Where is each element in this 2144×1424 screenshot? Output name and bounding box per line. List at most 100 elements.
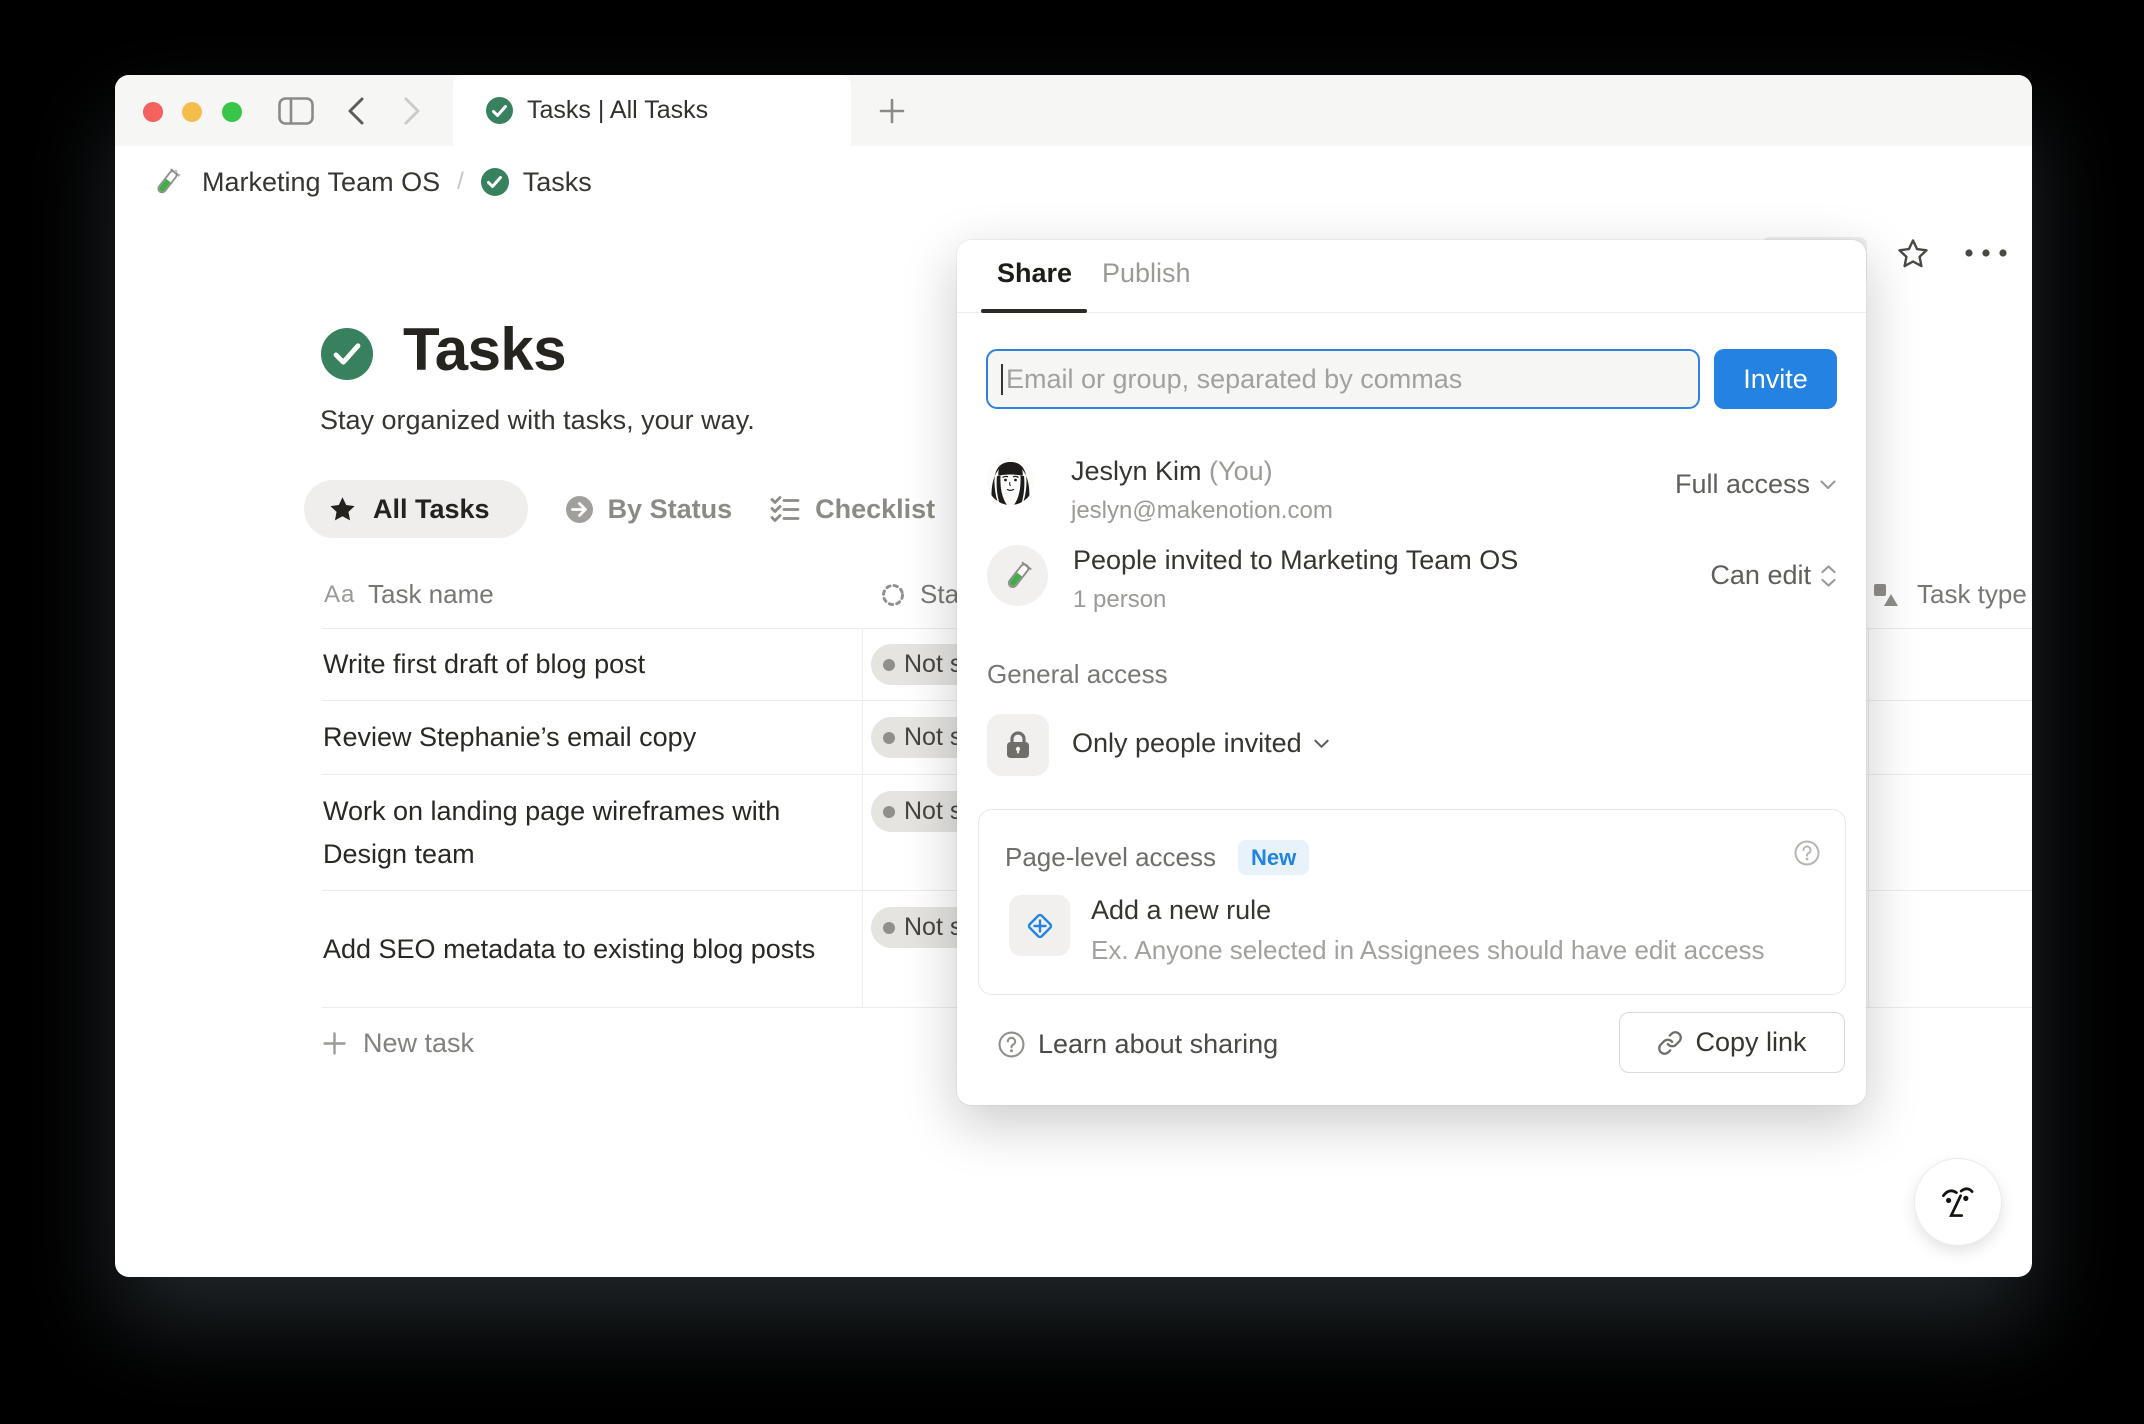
status-dot-icon xyxy=(883,658,895,671)
learn-label: Learn about sharing xyxy=(1038,1029,1279,1059)
checklist-icon xyxy=(770,495,800,522)
more-options-icon[interactable] xyxy=(1960,217,2012,289)
test-tube-icon xyxy=(1007,561,1032,588)
group-meta: 1 person xyxy=(1073,586,1167,613)
add-rule-tile xyxy=(1009,895,1070,956)
view-tabs: All Tasks By Status Checklist xyxy=(304,480,935,538)
general-access-row[interactable]: Only people invited xyxy=(987,714,1836,776)
status-dot-icon xyxy=(883,921,895,934)
page-level-access-title: Page-level access xyxy=(1005,842,1216,872)
general-access-value: Only people invited xyxy=(1072,728,1302,758)
lock-tile xyxy=(987,714,1049,776)
close-window-button[interactable] xyxy=(143,102,163,122)
task-name-cell[interactable]: Write first draft of blog post xyxy=(323,628,845,700)
access-dropdown-full-access[interactable]: Full access xyxy=(1675,469,1836,500)
status-dot-icon xyxy=(883,805,895,818)
general-access-label: General access xyxy=(987,659,1168,689)
chevron-down-icon xyxy=(1314,739,1329,748)
invite-button[interactable]: Invite xyxy=(1714,349,1837,409)
desktop-background: Tasks | All Tasks Marketing Team OS / Ta… xyxy=(0,0,2144,1424)
diamond-plus-icon xyxy=(1027,913,1052,938)
member-you-suffix: (You) xyxy=(1209,456,1273,486)
page-icon-check[interactable] xyxy=(321,328,373,380)
tab-share[interactable]: Share xyxy=(997,258,1072,289)
title-property-icon: Aa xyxy=(324,581,356,608)
new-task-label: New task xyxy=(363,1027,475,1058)
add-rule-title: Add a new rule xyxy=(1091,895,1272,925)
status-dot-icon xyxy=(883,731,895,744)
view-tab-all-tasks[interactable]: All Tasks xyxy=(304,480,528,538)
breadcrumb: Marketing Team OS / Tasks xyxy=(151,146,592,218)
chevron-down-icon xyxy=(1820,479,1836,489)
lock-icon xyxy=(1007,731,1029,758)
task-type-property-icon xyxy=(1874,584,1898,606)
access-level-label: Can edit xyxy=(1710,560,1811,590)
zoom-window-button[interactable] xyxy=(222,102,242,122)
view-tab-label: All Tasks xyxy=(373,493,490,524)
breadcrumb-separator: / xyxy=(457,168,464,195)
tasks-check-icon xyxy=(486,97,513,124)
view-tab-by-status[interactable]: By Status xyxy=(565,493,733,525)
avatar xyxy=(987,458,1034,505)
view-tab-label: Checklist xyxy=(815,493,936,524)
column-header-task-type[interactable]: Task type xyxy=(1917,579,2027,610)
task-name-cell[interactable]: Add SEO metadata to existing blog posts xyxy=(323,891,845,1007)
share-dialog-footer: Learn about sharing Copy link xyxy=(957,995,1866,1105)
group-name: People invited to Marketing Team OS xyxy=(1073,545,1519,575)
notion-ai-face-icon xyxy=(1942,1187,1974,1217)
copy-link-button[interactable]: Copy link xyxy=(1619,1012,1845,1073)
access-dropdown-can-edit[interactable]: Can edit xyxy=(1710,560,1836,591)
tasks-check-icon xyxy=(480,168,509,196)
new-badge: New xyxy=(1238,840,1310,875)
minimize-window-button[interactable] xyxy=(182,102,202,122)
view-tab-label: By Status xyxy=(607,493,733,524)
member-row: Jeslyn Kim (You) jeslyn@makenotion.com F… xyxy=(987,456,1836,524)
link-icon xyxy=(1658,1030,1683,1055)
tab-title: Tasks | All Tasks xyxy=(527,96,709,124)
tab-publish[interactable]: Publish xyxy=(1102,258,1191,289)
workspace-avatar xyxy=(987,545,1048,606)
add-rule-button[interactable]: Add a new rule Ex. Anyone selected in As… xyxy=(1009,895,1765,966)
group-row: People invited to Marketing Team OS 1 pe… xyxy=(987,545,1836,613)
arrow-circle-icon xyxy=(565,495,593,523)
chevron-up-down-icon xyxy=(1821,564,1836,587)
new-tab-icon[interactable] xyxy=(876,75,908,146)
notion-window: Tasks | All Tasks Marketing Team OS / Ta… xyxy=(115,75,2032,1277)
share-dialog-tabs: Share Publish xyxy=(957,240,1866,313)
share-dialog: Share Publish Invite xyxy=(957,240,1866,1105)
breadcrumb-workspace[interactable]: Marketing Team OS xyxy=(202,167,440,198)
breadcrumb-page[interactable]: Tasks xyxy=(523,167,592,198)
member-name: Jeslyn Kim xyxy=(1071,456,1202,486)
task-name-cell[interactable]: Work on landing page wireframes with Des… xyxy=(323,775,845,890)
back-icon[interactable] xyxy=(341,75,371,146)
toggle-sidebar-icon[interactable] xyxy=(275,75,317,146)
add-rule-hint: Ex. Anyone selected in Assignees should … xyxy=(1091,935,1765,965)
status-property-icon xyxy=(882,584,904,606)
help-icon[interactable] xyxy=(1794,840,1820,866)
copy-link-label: Copy link xyxy=(1695,1027,1807,1057)
titlebar: Tasks | All Tasks xyxy=(115,75,2032,146)
test-tube-icon xyxy=(151,166,183,198)
page-header-bar: Marketing Team OS / Tasks Share xyxy=(115,146,2032,287)
text-cursor xyxy=(1001,364,1003,395)
learn-about-sharing-link[interactable]: Learn about sharing xyxy=(998,1029,1278,1060)
page-level-access-card: Page-level access New Add a new rule Ex.… xyxy=(978,809,1846,995)
page-subtitle[interactable]: Stay organized with tasks, your way. xyxy=(320,405,755,436)
plus-icon xyxy=(323,1031,346,1055)
view-tab-checklist[interactable]: Checklist xyxy=(770,494,935,525)
star-icon xyxy=(330,497,355,521)
favorite-star-icon[interactable] xyxy=(1895,217,1931,289)
member-email: jeslyn@makenotion.com xyxy=(1071,497,1333,524)
task-name-cell[interactable]: Review Stephanie’s email copy xyxy=(323,701,845,774)
forward-icon[interactable] xyxy=(397,75,427,146)
tab-tasks-all-tasks[interactable]: Tasks | All Tasks xyxy=(453,75,851,146)
help-icon xyxy=(998,1031,1025,1058)
invite-row: Invite xyxy=(986,349,1837,409)
new-task-button[interactable]: New task xyxy=(323,1019,474,1067)
notion-ai-button[interactable] xyxy=(1915,1159,2001,1245)
access-level-label: Full access xyxy=(1674,469,1810,499)
column-header-task-name[interactable]: Task name xyxy=(368,579,494,610)
page-title[interactable]: Tasks xyxy=(403,315,567,384)
invite-email-input[interactable] xyxy=(986,349,1700,409)
active-tab-underline xyxy=(981,309,1087,313)
